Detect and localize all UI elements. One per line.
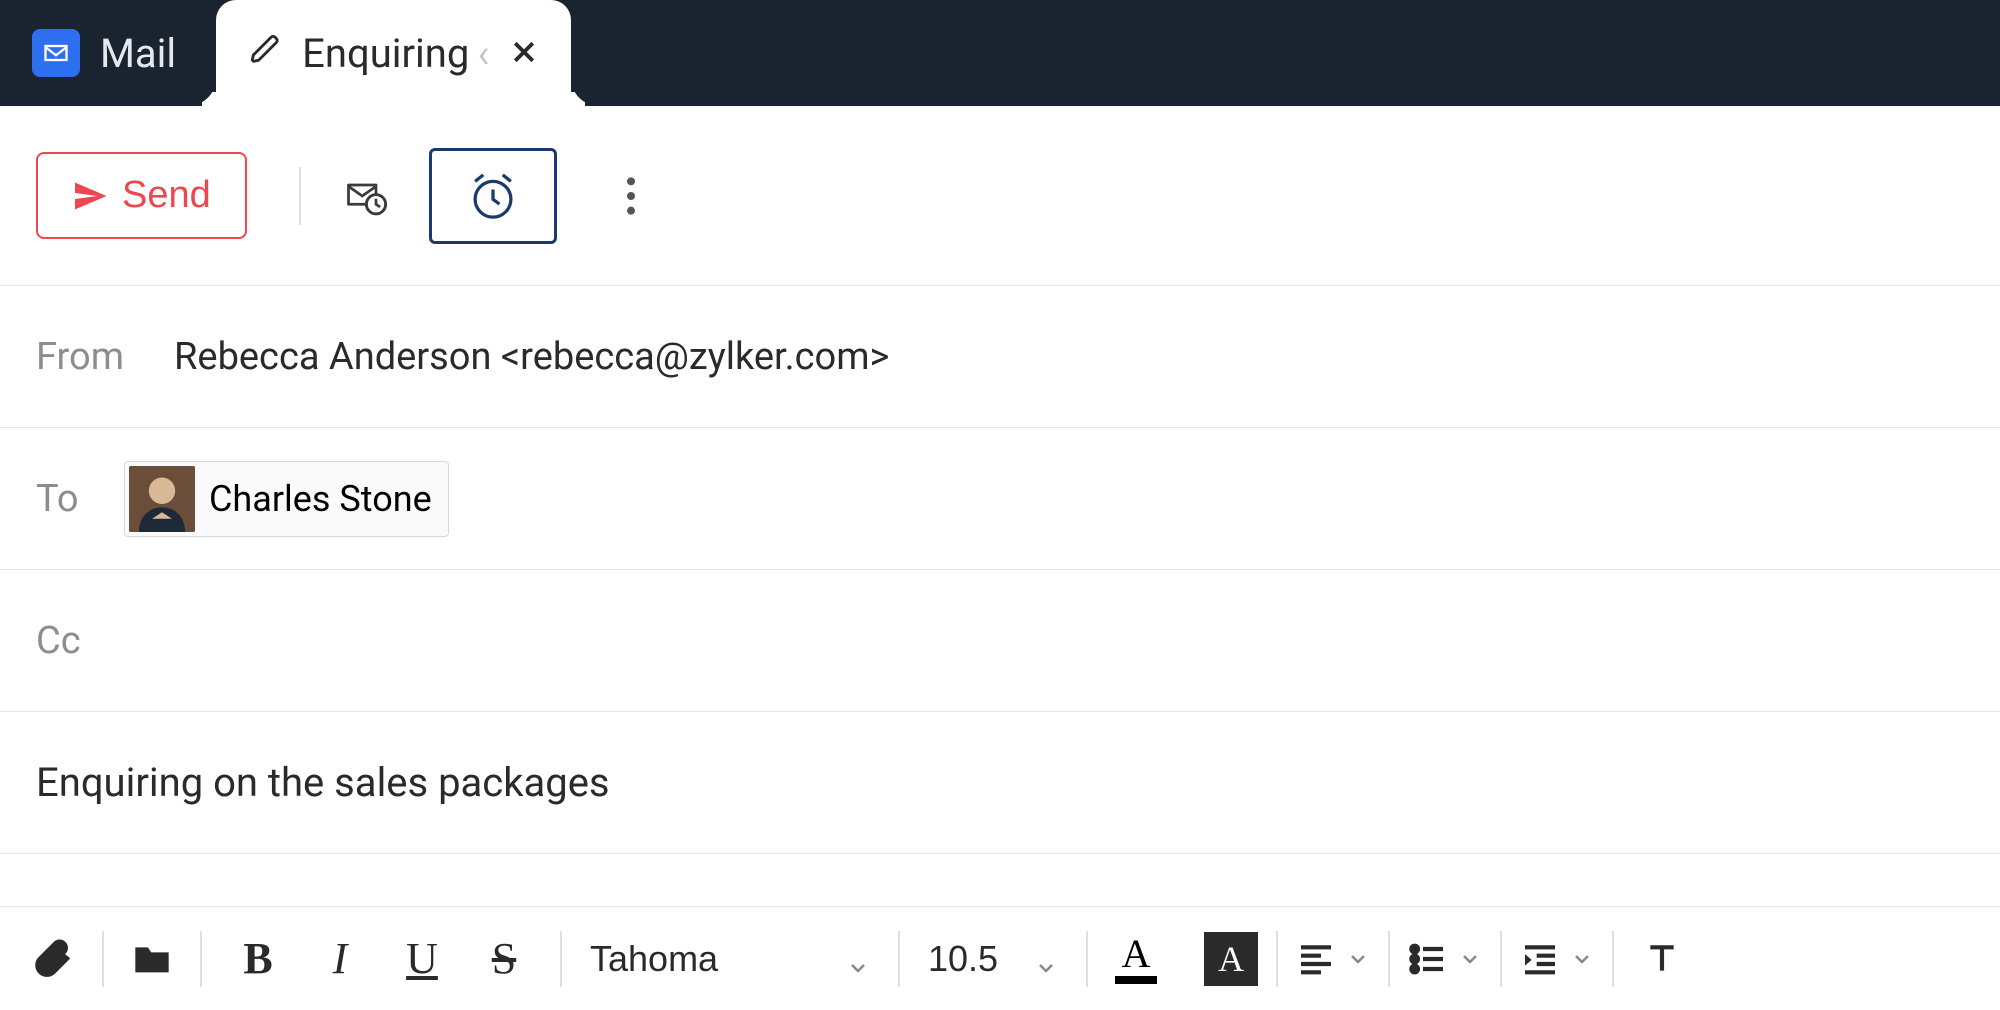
indent-dropdown[interactable] [1520,939,1594,979]
text-direction-button[interactable] [1632,923,1692,995]
italic-button[interactable]: I [302,923,378,995]
kebab-icon [626,176,636,216]
format-toolbar: B I U S Tahoma 10.5 A A [0,906,2000,1010]
mail-app-icon [32,29,80,77]
chevron-down-icon [846,947,870,971]
pencil-icon [248,30,282,77]
chevron-down-icon [1346,947,1370,971]
to-input[interactable] [477,477,1964,521]
from-label: From [36,335,146,379]
font-color-bar [1115,976,1157,984]
align-icon [1296,939,1336,979]
to-label: To [36,477,96,521]
format-separator [200,931,202,987]
close-icon[interactable] [509,30,539,77]
tab-mail-label: Mail [100,30,176,77]
recipient-chip-name: Charles Stone [209,478,432,520]
from-value[interactable]: Rebecca Anderson <rebecca@zylker.com> [174,335,889,379]
font-family-dropdown[interactable]: Tahoma [580,938,880,980]
font-color-button[interactable]: A [1106,934,1166,984]
format-separator [1086,931,1088,987]
send-button-label: Send [122,174,211,217]
subject-row[interactable] [0,712,2000,854]
format-separator [898,931,900,987]
font-family-value: Tahoma [590,938,718,980]
format-separator [1276,931,1278,987]
text-direction-icon [1642,939,1682,979]
tab-compose[interactable]: Enquiring ‹ [216,0,571,106]
font-size-dropdown[interactable]: 10.5 [918,938,1068,980]
chevron-down-icon [1570,947,1594,971]
tab-bar: Mail Enquiring ‹ [0,0,2000,106]
toolbar-separator [299,167,301,225]
from-row: From Rebecca Anderson <rebecca@zylker.co… [0,286,2000,428]
format-separator [560,931,562,987]
format-separator [1500,931,1502,987]
chevron-down-icon [1458,947,1482,971]
format-separator [1612,931,1614,987]
paperclip-icon [34,939,74,979]
more-options-button[interactable] [601,166,661,226]
format-separator [1388,931,1390,987]
list-icon [1408,939,1448,979]
font-color-letter: A [1122,934,1151,974]
reminder-button[interactable] [429,148,557,244]
indent-icon [1520,939,1560,979]
align-dropdown[interactable] [1296,939,1370,979]
chevron-down-icon [1034,947,1058,971]
attachment-button[interactable] [24,923,84,995]
image-folder-icon [132,939,172,979]
bold-button[interactable]: B [220,923,296,995]
send-icon [72,178,108,214]
send-later-button[interactable] [335,166,395,226]
insert-image-button[interactable] [122,923,182,995]
strikethrough-button[interactable]: S [466,923,542,995]
highlight-color-button[interactable]: A [1204,932,1258,986]
alarm-clock-icon [467,170,519,222]
cc-input[interactable] [124,619,1964,663]
cc-row[interactable]: Cc [0,570,2000,712]
compose-toolbar: Send [0,106,2000,286]
subject-input[interactable] [36,759,1964,806]
highlight-color-letter: A [1218,938,1244,980]
avatar [129,466,195,532]
tab-title-truncation: ‹ [477,30,489,77]
send-button[interactable]: Send [36,152,247,239]
list-dropdown[interactable] [1408,939,1482,979]
to-row[interactable]: To Charles Stone [0,428,2000,570]
underline-button[interactable]: U [384,923,460,995]
send-later-icon [343,174,387,218]
recipient-chip[interactable]: Charles Stone [124,461,449,537]
tab-compose-label: Enquiring [302,30,469,77]
cc-label: Cc [36,619,96,663]
font-size-value: 10.5 [928,938,998,980]
format-separator [102,931,104,987]
